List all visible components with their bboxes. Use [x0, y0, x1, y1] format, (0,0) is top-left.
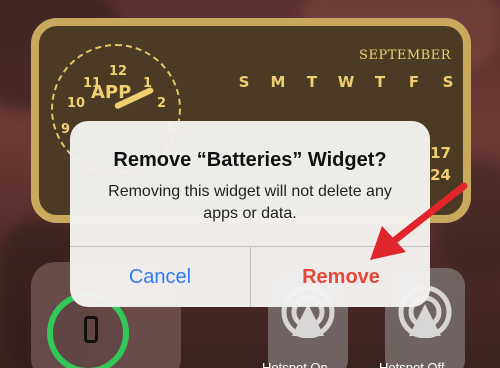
- cancel-button[interactable]: Cancel: [70, 247, 250, 307]
- alert-message: Removing this widget will not delete any…: [108, 183, 392, 222]
- alert-title: Remove “Batteries” Widget?: [113, 149, 387, 171]
- arrow-icon: [370, 182, 468, 260]
